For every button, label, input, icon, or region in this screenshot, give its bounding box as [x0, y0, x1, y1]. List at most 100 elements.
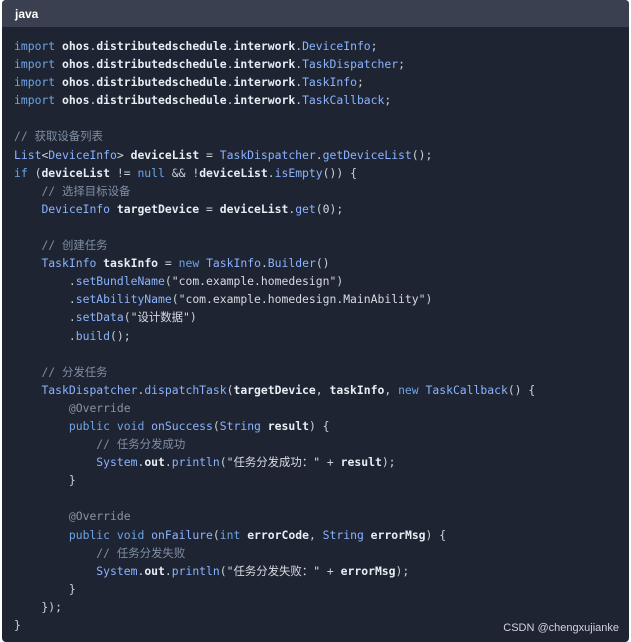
watermark: CSDN @chengxujianke: [503, 622, 619, 634]
code-line: @Override: [14, 399, 629, 417]
code-token: =: [199, 147, 220, 162]
code-token: ,: [308, 527, 323, 542]
code-token: build: [75, 328, 111, 343]
code-token: Builder: [267, 256, 316, 271]
code-token: TaskDispatcher: [219, 147, 316, 162]
code-token: distributedschedule: [96, 57, 227, 72]
code-line: List<DeviceInfo> deviceList = TaskDispat…: [14, 146, 629, 164]
code-token: import: [14, 39, 63, 53]
code-token: errorMsg: [370, 527, 426, 542]
code-token: TaskDispatcher: [302, 57, 399, 72]
code-token: setAbilityName: [75, 292, 172, 307]
code-token: );: [329, 201, 344, 216]
code-token: "任务分发成功：": [226, 455, 321, 470]
code-body[interactable]: import ohos. distributedschedule. interwor…: [2, 27, 629, 634]
code-token: new: [398, 382, 419, 397]
code-token: getDeviceList: [322, 147, 412, 162]
code-token: List: [14, 147, 42, 162]
code-token: println: [171, 455, 220, 470]
code-line: @Override: [14, 507, 629, 525]
code-token: setBundleName: [75, 274, 165, 289]
code-token: =: [199, 201, 220, 216]
code-token: isEmpty: [274, 165, 323, 180]
code-token: .: [260, 256, 268, 271]
code-token: interwork: [233, 93, 296, 108]
code-token: .: [14, 328, 76, 343]
code-line: });: [14, 598, 629, 616]
code-line: DeviceInfo targetDevice = deviceList.get…: [14, 200, 629, 218]
code-token: (: [315, 201, 323, 216]
code-token: !=: [110, 165, 138, 180]
code-token: ,: [384, 382, 399, 397]
code-token: }: [14, 473, 76, 488]
code-token: String: [322, 527, 364, 542]
code-token: @Override: [68, 400, 131, 415]
code-token: distributedschedule: [96, 75, 227, 90]
code-token: import: [14, 75, 63, 90]
code-token: // 获取设备列表: [14, 129, 103, 144]
code-token: // 任务分发失败: [96, 545, 186, 560]
code-token: >: [116, 147, 131, 162]
code-token: // 创建任务: [41, 238, 108, 253]
code-token: .: [14, 292, 76, 307]
code-token: DeviceInfo: [302, 39, 371, 53]
code-token: ohos: [62, 93, 90, 108]
code-token: int: [219, 527, 241, 542]
code-token: distributedschedule: [96, 93, 227, 108]
code-token: (: [219, 563, 227, 578]
code-token: .: [14, 274, 76, 289]
code-token: +: [320, 455, 341, 470]
code-line: if (deviceList != null && !deviceList.is…: [14, 164, 629, 182]
code-token: TaskInfo: [302, 75, 357, 90]
code-token: deviceList: [219, 201, 289, 216]
code-token: targetDevice: [116, 201, 200, 216]
code-token: deviceList: [199, 165, 268, 180]
code-token: ;: [398, 57, 405, 72]
code-token: result: [340, 455, 382, 470]
code-token: public void: [68, 527, 152, 542]
code-token: (: [212, 527, 220, 542]
code-token: () {: [507, 382, 536, 397]
code-token: "com.example.homedesign": [171, 274, 337, 289]
code-token: ;: [384, 93, 392, 108]
code-token: errorMsg: [340, 563, 396, 578]
code-token: ): [336, 274, 344, 289]
code-token: TaskInfo: [41, 256, 97, 271]
code-token: ohos: [62, 75, 90, 90]
code-line: import ohos.distributedschedule.interwor…: [14, 91, 629, 109]
code-token: "任务分发失败：": [226, 563, 321, 578]
code-token: ): [189, 310, 197, 325]
code-line: TaskInfo taskInfo = new TaskInfo.Builder…: [14, 254, 629, 272]
code-token: result: [267, 418, 309, 433]
code-token: .: [315, 147, 323, 162]
code-line: // 创建任务: [14, 236, 629, 254]
code-token: distributedschedule: [96, 39, 227, 53]
code-token: TaskCallback: [425, 382, 508, 397]
code-token: // 分发任务: [41, 364, 108, 379]
code-token: import: [14, 93, 63, 108]
code-block: java import ohos. distributedschedule. int…: [2, 0, 629, 642]
code-token: deviceList: [41, 165, 111, 180]
code-token: interwork: [233, 57, 296, 72]
code-token: ,: [315, 382, 330, 397]
code-token: ) {: [425, 527, 447, 542]
code-header: java: [2, 0, 629, 27]
code-token: TaskCallback: [302, 93, 385, 108]
code-token: .: [14, 310, 76, 325]
code-token: }: [14, 581, 76, 596]
code-line: import ohos.distributedschedule.interwor…: [14, 73, 629, 91]
code-line: // 分发任务: [14, 363, 629, 381]
